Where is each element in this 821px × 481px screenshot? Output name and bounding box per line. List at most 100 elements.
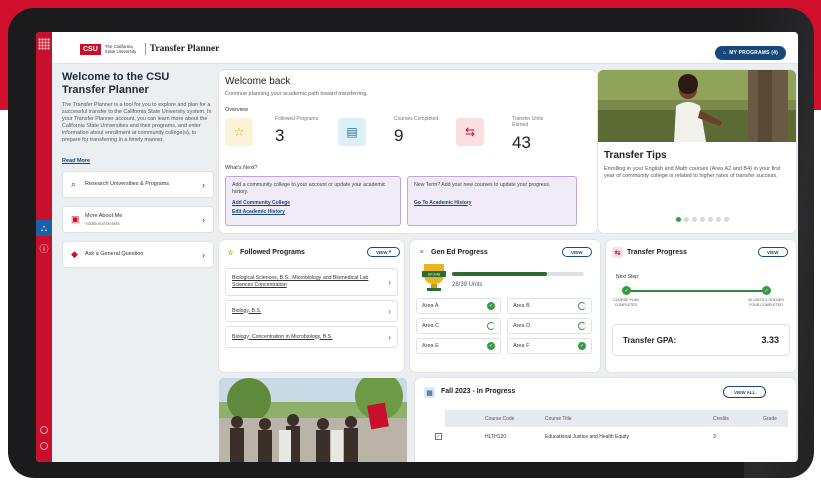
progress-path bbox=[626, 290, 766, 292]
more-about-me-button[interactable]: ▣ More About Me Additional Details › bbox=[62, 206, 214, 233]
welcome-subtitle: Continue planning your academic path tow… bbox=[225, 91, 368, 97]
nav-network-icon[interactable]: ⛬ bbox=[36, 220, 52, 236]
next-box-term: New Term? Add your new courses to update… bbox=[407, 176, 577, 226]
term-card: ▦ Fall 2023 - In Progress VIEW ALL Cours… bbox=[415, 378, 796, 462]
followed-programs-card: ☆ Followed Programs VIEW ▾ Biological Sc… bbox=[219, 240, 404, 372]
csu-logo[interactable]: CSU The California State University Tran… bbox=[80, 41, 219, 57]
welcome-title: Welcome back bbox=[225, 76, 291, 87]
go-history-link[interactable]: Go To Academic History bbox=[414, 200, 570, 206]
table-header: Course Code Course Title Credits Grade bbox=[445, 410, 788, 427]
next-step-label: Next Step: bbox=[616, 274, 640, 280]
gpa-box: Transfer GPA: 3.33 bbox=[612, 324, 790, 356]
nav-info-icon[interactable]: ⓘ bbox=[36, 240, 52, 256]
transfer-icon: ⇆ bbox=[456, 118, 484, 146]
add-college-link[interactable]: Add Community College bbox=[232, 200, 394, 206]
list-check-icon: ≡ bbox=[419, 249, 424, 256]
in-progress-icon bbox=[578, 322, 586, 330]
transfer-icon: ⇆ bbox=[612, 247, 623, 258]
courses-count: 9 bbox=[394, 126, 404, 145]
check-icon: ✓ bbox=[487, 342, 495, 350]
program-item[interactable]: Biological Sciences, B.S.: Microbiology … bbox=[225, 268, 398, 296]
carousel-dot[interactable] bbox=[700, 217, 705, 222]
chevron-right-icon: › bbox=[388, 306, 391, 316]
read-more-link[interactable]: Read More bbox=[62, 158, 90, 164]
carousel-dot[interactable] bbox=[724, 217, 729, 222]
next-box-college: Add a community college to your account … bbox=[225, 176, 401, 226]
research-button[interactable]: ⌕ Research Universities & Programs › bbox=[62, 171, 214, 198]
carousel-dot[interactable] bbox=[692, 217, 697, 222]
chevron-right-icon: › bbox=[202, 249, 205, 260]
calendar-icon: ▦ bbox=[424, 387, 435, 398]
gen-ed-progress-bar bbox=[452, 272, 584, 276]
view-all-button[interactable]: VIEW ALL bbox=[723, 386, 767, 398]
in-progress-icon bbox=[578, 302, 586, 310]
followed-count: 3 bbox=[275, 126, 285, 145]
area-a[interactable]: Area A ✓ bbox=[416, 298, 501, 314]
student-photo bbox=[598, 70, 796, 142]
rail-settings-icon[interactable] bbox=[40, 426, 48, 434]
graduation-cap-icon: ⌂ bbox=[723, 50, 727, 56]
term-title: Fall 2023 - In Progress bbox=[441, 388, 516, 395]
logo-mark: CSU bbox=[80, 43, 101, 55]
check-icon: ✓ bbox=[762, 286, 771, 295]
followed-view-button[interactable]: VIEW ▾ bbox=[367, 247, 401, 257]
carousel-dots[interactable] bbox=[676, 217, 729, 222]
chat-icon: ◆ bbox=[71, 249, 78, 259]
program-item[interactable]: Biology: Concentration in Microbiology, … bbox=[225, 326, 398, 348]
star-icon: ☆ bbox=[227, 249, 234, 257]
carousel-dot[interactable] bbox=[684, 217, 689, 222]
area-e[interactable]: Area E ✓ bbox=[416, 338, 501, 354]
tips-title: Transfer Tips bbox=[604, 150, 667, 161]
gened-view-button[interactable]: VIEW bbox=[562, 247, 592, 257]
carousel-dot[interactable] bbox=[708, 217, 713, 222]
overview-label: Overview bbox=[225, 107, 248, 113]
trophy-icon: 39 Units bbox=[422, 264, 446, 291]
clipboard-icon: ▣ bbox=[71, 214, 80, 224]
star-icon: ☆ bbox=[225, 118, 253, 146]
area-f[interactable]: Area F ✓ bbox=[507, 338, 592, 354]
app-title: Transfer Planner bbox=[149, 44, 220, 54]
rail-logout-icon[interactable] bbox=[40, 442, 48, 450]
chevron-right-icon: › bbox=[202, 214, 205, 225]
left-rail: ⛬ ⓘ bbox=[36, 32, 52, 462]
transfer-tips-card: Transfer Tips Enrolling in your English … bbox=[598, 70, 796, 233]
check-icon: ✓ bbox=[487, 302, 495, 310]
transfer-progress-card: ⇆ Transfer Progress VIEW Next Step: ✓ ✓ … bbox=[606, 240, 796, 372]
program-item[interactable]: Biology, B.S. › bbox=[225, 300, 398, 322]
carousel-dot[interactable] bbox=[676, 217, 681, 222]
area-b[interactable]: Area B bbox=[507, 298, 592, 314]
area-c[interactable]: Area C bbox=[416, 318, 501, 334]
logo-university-text: The California State University bbox=[104, 44, 137, 54]
clipboard-icon: ▤ bbox=[338, 118, 366, 146]
gen-ed-card: ≡ Gen Ed Progress VIEW 39 Units 28/39 Un… bbox=[410, 240, 600, 372]
edit-history-link[interactable]: Edit Academic History bbox=[232, 209, 394, 215]
table-row[interactable]: ✓ HLTH120 Educational Justice and Health… bbox=[427, 430, 788, 444]
campus-photo bbox=[219, 378, 407, 462]
tablet-frame: ⛬ ⓘ CSU The California State University … bbox=[8, 8, 814, 478]
logo-dots-icon bbox=[38, 38, 50, 50]
units-count: 43 bbox=[512, 133, 531, 152]
check-icon: ✓ bbox=[435, 433, 442, 440]
area-d[interactable]: Area D bbox=[507, 318, 592, 334]
chevron-right-icon: › bbox=[388, 332, 391, 342]
gpa-label: Transfer GPA: bbox=[623, 335, 677, 345]
in-progress-icon bbox=[487, 322, 495, 330]
tips-text: Enrolling in your English and Math cours… bbox=[604, 166, 781, 179]
carousel-dot[interactable] bbox=[716, 217, 721, 222]
whats-next-label: What's Next? bbox=[225, 165, 258, 171]
search-icon: ⌕ bbox=[71, 179, 77, 189]
check-icon: ✓ bbox=[578, 342, 586, 350]
gpa-value: 3.33 bbox=[761, 335, 779, 345]
chevron-right-icon: › bbox=[388, 277, 391, 287]
gen-ed-units: 28/39 Units bbox=[452, 282, 483, 288]
my-programs-button[interactable]: ⌂ MY PROGRAMS (4) bbox=[715, 46, 786, 60]
chevron-right-icon: › bbox=[202, 179, 205, 190]
transfer-view-button[interactable]: VIEW bbox=[758, 247, 788, 257]
step-golden-four: 50 UNITS & GOLDEN FOUR COMPLETED bbox=[748, 298, 784, 307]
top-bar: CSU The California State University Tran… bbox=[52, 32, 798, 64]
step-course-plan: COURSE PLAN COMPLETED bbox=[613, 298, 639, 307]
intro-text: The Transfer Planner is a tool for you t… bbox=[62, 102, 212, 143]
units-badge: 39 Units bbox=[428, 273, 441, 277]
ask-question-button[interactable]: ◆ Ask a General Question › bbox=[62, 241, 214, 268]
check-icon: ✓ bbox=[622, 286, 631, 295]
